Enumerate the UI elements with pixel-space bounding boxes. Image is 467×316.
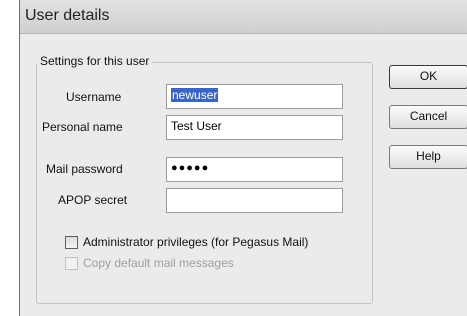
mail-password-value: ●●●●● [171, 162, 210, 174]
apop-secret-label: APOP secret [58, 193, 128, 207]
help-button[interactable]: Help [389, 145, 467, 169]
personal-name-input[interactable]: Test User [166, 115, 343, 140]
admin-privileges-label[interactable]: Administrator privileges (for Pegasus Ma… [83, 235, 308, 249]
groupbox-legend: Settings for this user [37, 54, 153, 68]
copy-default-label: Copy default mail messages [83, 256, 234, 270]
apop-secret-input[interactable] [166, 188, 343, 213]
personal-name-value: Test User [171, 119, 222, 133]
username-label: Username [66, 90, 122, 104]
mail-password-label: Mail password [46, 162, 123, 176]
title-bar[interactable]: User details [20, 0, 467, 34]
ok-button[interactable]: OK [389, 65, 467, 89]
window-title: User details [25, 7, 110, 24]
cancel-button[interactable]: Cancel [389, 105, 467, 129]
admin-privileges-checkbox[interactable] [65, 236, 78, 249]
username-value: newuser [171, 88, 219, 102]
username-input[interactable]: newuser [166, 84, 343, 109]
copy-default-checkbox [65, 257, 78, 270]
user-details-dialog: User details Settings for this user User… [19, 0, 467, 316]
mail-password-input[interactable]: ●●●●● [166, 157, 343, 182]
personal-name-label: Personal name [42, 120, 123, 134]
